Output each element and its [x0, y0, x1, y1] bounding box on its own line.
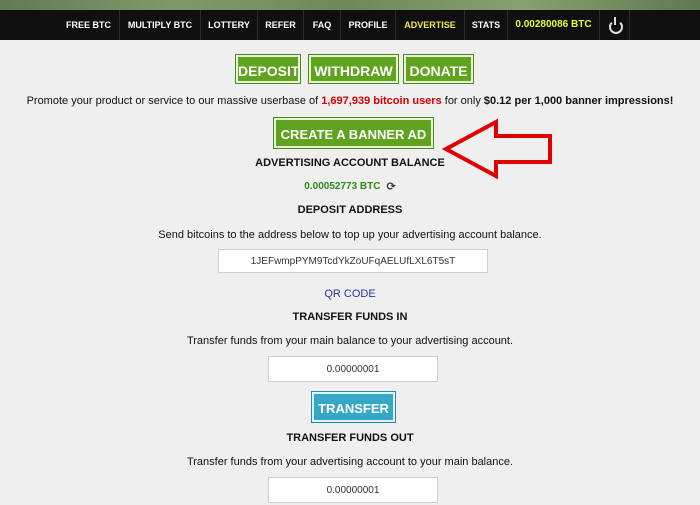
donate-button[interactable]: DONATE: [403, 54, 474, 84]
promo-users: 1,697,939 bitcoin users: [321, 95, 442, 107]
promo-middle: for only: [441, 95, 484, 107]
deposit-address-field[interactable]: 1JEFwmpPYM9TcdYkZoUFqAELUfLXL6T5sT: [218, 249, 488, 273]
refresh-icon[interactable]: ⟳: [386, 180, 395, 193]
nav-lottery[interactable]: LOTTERY: [201, 10, 258, 40]
promo-text: Promote your product or service to our m…: [0, 95, 700, 107]
power-icon[interactable]: [600, 10, 630, 40]
annotation-arrow-icon: [441, 118, 552, 180]
nav-stats[interactable]: STATS: [465, 10, 508, 40]
promo-price: $0.12 per 1,000 banner impressions!: [483, 95, 674, 107]
qr-code-link[interactable]: QR CODE: [0, 288, 700, 300]
nav-faq[interactable]: FAQ: [304, 10, 341, 40]
promo-prefix: Promote your product or service to our m…: [26, 95, 322, 107]
transfer-out-title: TRANSFER FUNDS OUT: [286, 432, 414, 444]
withdraw-button[interactable]: WITHDRAW: [308, 54, 399, 84]
nav-free-btc[interactable]: FREE BTC: [58, 10, 120, 40]
nav-advertise[interactable]: ADVERTISE: [396, 10, 465, 40]
ad-balance-value: 0.00052773 BTC: [304, 181, 381, 193]
transfer-out-amount-input[interactable]: 0.00000001: [268, 477, 438, 503]
transfer-button[interactable]: TRANSFER: [311, 391, 396, 423]
transfer-in-instructions: Transfer funds from your main balance to…: [186, 335, 514, 347]
transfer-in-amount-input[interactable]: 0.00000001: [268, 356, 438, 382]
deposit-instructions: Send bitcoins to the address below to to…: [158, 229, 542, 241]
ad-balance-title: ADVERTISING ACCOUNT BALANCE: [255, 157, 445, 169]
power-icon-ring: [609, 20, 623, 34]
transfer-in-title: TRANSFER FUNDS IN: [292, 311, 408, 323]
nav-refer[interactable]: REFER: [258, 10, 304, 40]
nav-profile[interactable]: PROFILE: [341, 10, 396, 40]
ad-balance-row: 0.00052773 BTC ⟳: [0, 180, 700, 193]
deposit-button[interactable]: DEPOSIT: [235, 54, 301, 84]
power-icon-bar: [614, 17, 616, 25]
header-banner-strip: [0, 0, 700, 10]
nav-balance: 0.00280086 BTC: [508, 10, 600, 40]
nav-multiply-btc[interactable]: MULTIPLY BTC: [120, 10, 201, 40]
create-banner-ad-button[interactable]: CREATE A BANNER AD: [273, 117, 434, 149]
transfer-out-instructions: Transfer funds from your advertising acc…: [186, 456, 514, 468]
deposit-address-title: DEPOSIT ADDRESS: [297, 204, 403, 216]
